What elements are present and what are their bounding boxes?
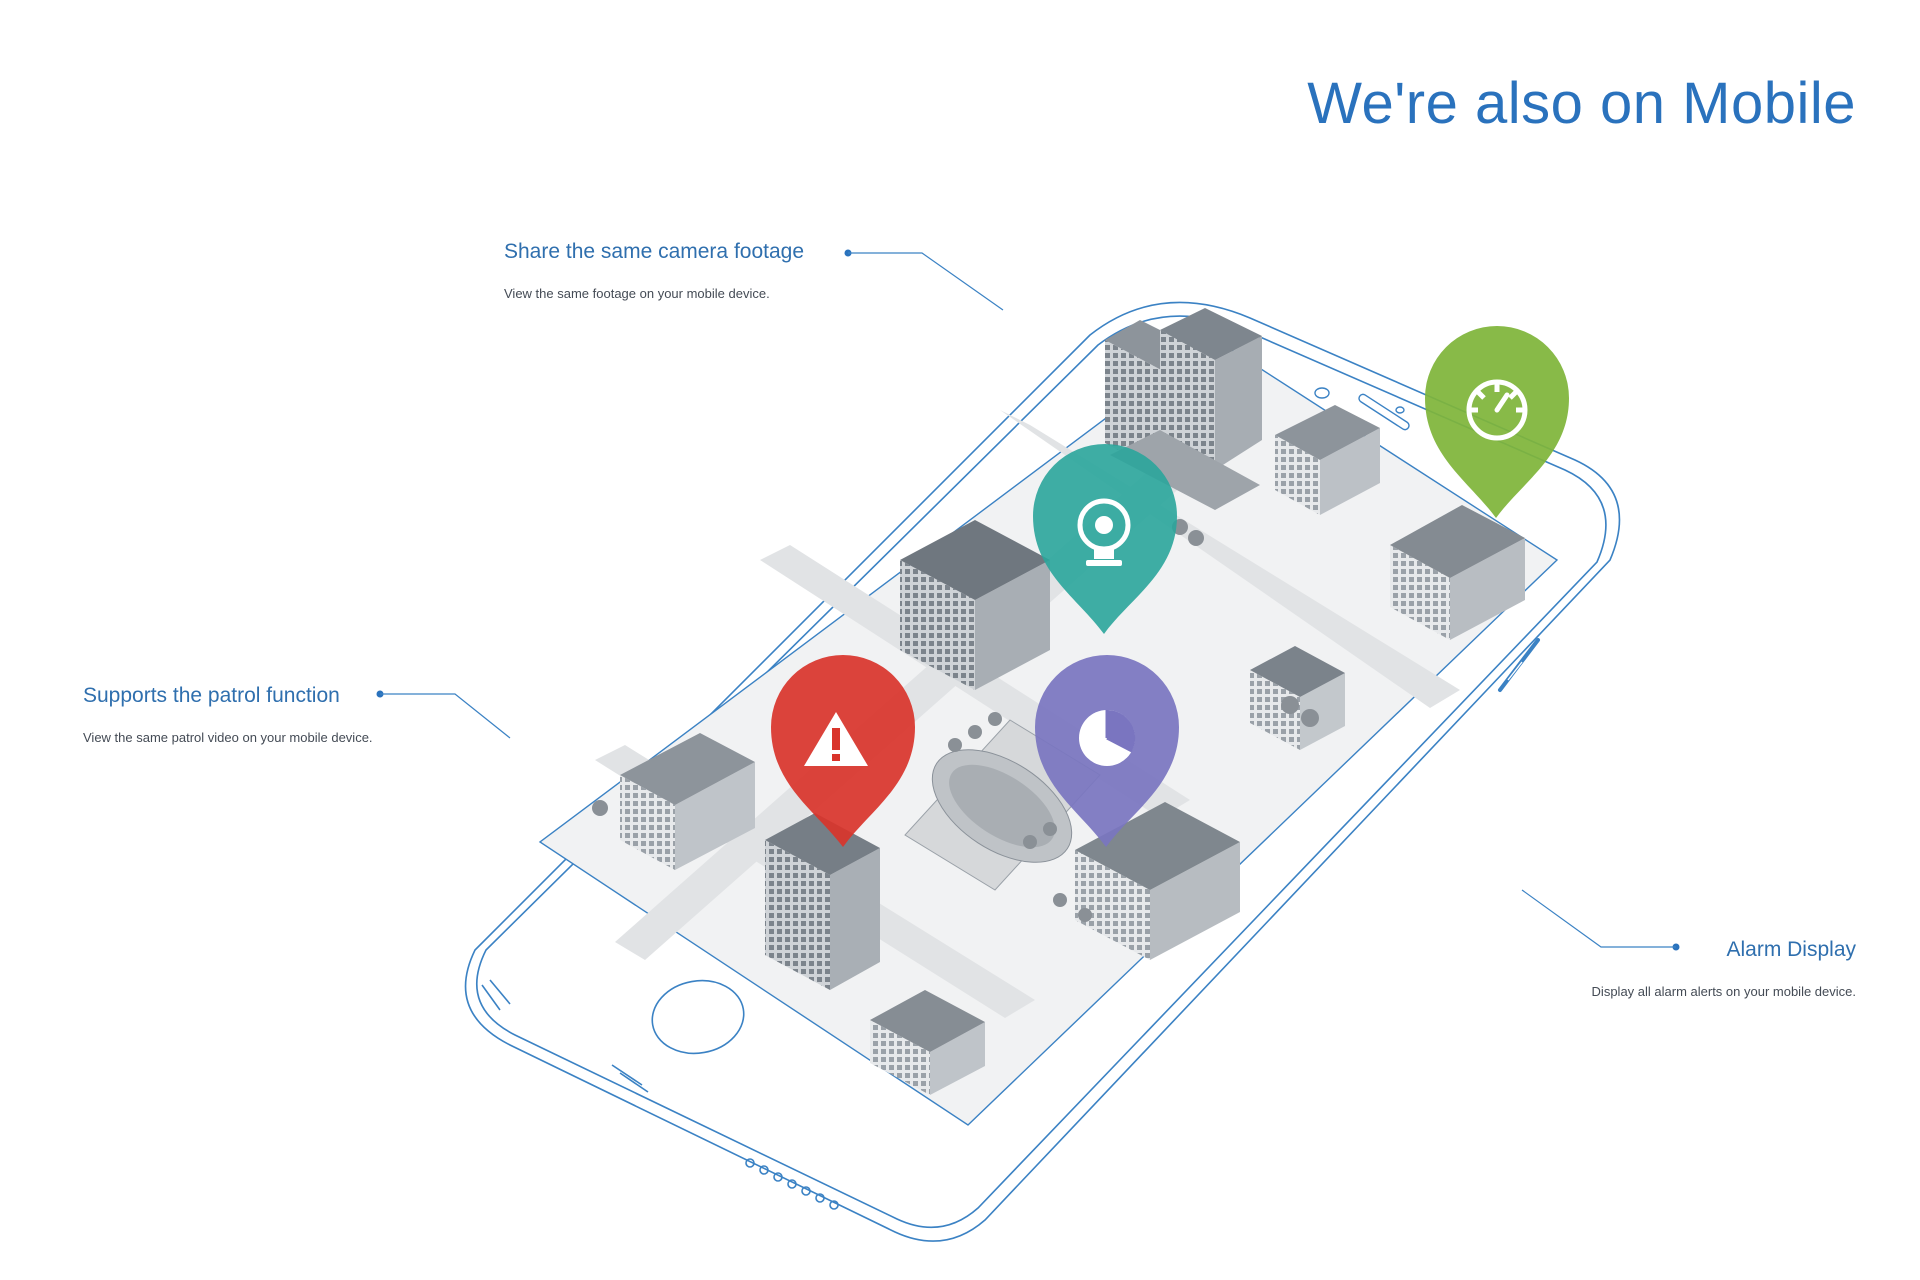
feature-camera-footage: Share the same camera footage View the s… [504, 240, 804, 301]
feature-title: Share the same camera footage [504, 240, 805, 263]
feature-patrol-function: Supports the patrol function View the sa… [83, 684, 373, 745]
page-title: We're also on Mobile [1307, 71, 1856, 136]
callout-line-camera [844, 249, 1004, 311]
callout-line-patrol [376, 690, 511, 739]
feature-alarm-display: Alarm Display Display all alarm alerts o… [1592, 938, 1856, 999]
mobile-promo-section: We're also on Mobile Share the same came… [0, 0, 1920, 1280]
feature-description: Display all alarm alerts on your mobile … [1591, 984, 1856, 999]
feature-description: View the same patrol video on your mobil… [83, 730, 373, 745]
feature-title: Supports the patrol function [83, 684, 340, 707]
feature-title: Alarm Display [1726, 938, 1856, 961]
feature-description: View the same footage on your mobile dev… [504, 286, 770, 301]
home-button [651, 979, 745, 1055]
pie-chart-icon [1079, 709, 1136, 766]
phone-city-illustration [376, 249, 1680, 1242]
